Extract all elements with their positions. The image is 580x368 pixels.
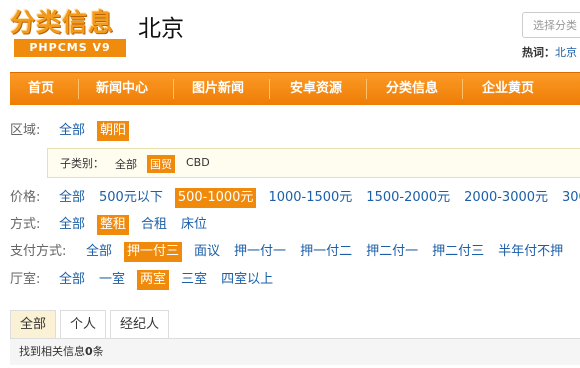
nav-item-news[interactable]: 新闻中心 [96, 73, 148, 105]
site-header: 分类信息 PHPCMS V9 北京 选择分类 热词：北京 [0, 0, 580, 72]
nav-item-yellow-pages[interactable]: 企业黄页 [482, 73, 534, 105]
logo-subtitle: PHPCMS V9 [14, 39, 126, 57]
logo-title: 分类信息 [10, 8, 115, 37]
site-logo[interactable]: 分类信息 PHPCMS V9 [10, 8, 126, 58]
nav-divider [462, 79, 463, 99]
result-count: 0 [85, 345, 93, 358]
nav-divider [269, 79, 270, 99]
search-input[interactable]: 选择分类 [522, 12, 580, 38]
rooms-option[interactable]: 一室 [97, 270, 127, 290]
area-option-all[interactable]: 全部 [57, 121, 87, 141]
price-option[interactable]: 1500-2000元 [364, 188, 452, 208]
filter-price: 价格: 全部 500元以下 500-1000元 1000-1500元 1500-2000元… [10, 188, 580, 208]
hot-word-link[interactable]: 北京 [555, 46, 577, 59]
payment-option[interactable]: 半年付不押 [496, 242, 565, 262]
nav-item-android[interactable]: 安卓资源 [290, 73, 342, 105]
payment-option[interactable]: 押一付二 [298, 242, 354, 262]
nav-divider [173, 79, 174, 99]
method-option-selected[interactable]: 整租 [97, 215, 130, 235]
subcategory-option-cbd[interactable]: CBD [183, 155, 213, 170]
nav-item-photo-news[interactable]: 图片新闻 [192, 73, 244, 105]
listing-tabs: 全部 个人 经纪人 [10, 310, 580, 339]
result-suffix: 条 [92, 345, 104, 358]
hot-label: 热词： [522, 46, 555, 59]
price-option-all[interactable]: 全部 [57, 188, 87, 208]
result-prefix: 找到相关信息 [19, 345, 85, 358]
method-option[interactable]: 床位 [179, 215, 209, 235]
area-option-chaoyang[interactable]: 朝阳 [97, 121, 130, 141]
price-option[interactable]: 2000-3000元 [462, 188, 550, 208]
filter-label: 厅室: [10, 272, 41, 287]
city-name: 北京 [138, 16, 184, 42]
price-option[interactable]: 500元以下 [97, 188, 165, 208]
filter-payment: 支付方式: 全部 押一付三 面议 押一付一 押一付二 押二付一 押二付三 半年付不押 [10, 242, 575, 262]
payment-option[interactable]: 押二付三 [430, 242, 486, 262]
filter-label: 区域: [10, 123, 41, 138]
subcategory-box: 子类别： 全部 国贸 CBD [47, 148, 580, 178]
nav-item-home[interactable]: 首页 [28, 73, 54, 105]
price-option[interactable]: 1000-1500元 [266, 188, 354, 208]
tab-all[interactable]: 全部 [10, 310, 57, 338]
main-nav: 首页 新闻中心 图片新闻 安卓资源 分类信息 企业黄页 [10, 72, 580, 105]
rooms-option-selected[interactable]: 两室 [137, 270, 170, 290]
nav-divider [78, 79, 79, 99]
price-option-selected[interactable]: 500-1000元 [174, 188, 257, 208]
payment-option-all[interactable]: 全部 [84, 242, 114, 262]
subcategory-option-all[interactable]: 全部 [112, 155, 140, 173]
payment-option-selected[interactable]: 押一付三 [124, 242, 183, 262]
method-option[interactable]: 合租 [139, 215, 169, 235]
nav-item-classifieds[interactable]: 分类信息 [386, 73, 438, 105]
rooms-option[interactable]: 三室 [179, 270, 209, 290]
nav-divider [366, 79, 367, 99]
filter-area: 区域: 全部 朝阳 [10, 121, 139, 141]
subcategory-label: 子类别： [60, 157, 104, 170]
rooms-option-all[interactable]: 全部 [57, 270, 87, 290]
result-summary: 找到相关信息0条 [10, 339, 580, 365]
price-option[interactable]: 3000- [560, 188, 580, 208]
filter-method: 方式: 全部 整租 合租 床位 [10, 215, 219, 235]
subcategory-option-guomao[interactable]: 国贸 [147, 155, 175, 173]
filter-rooms: 厅室: 全部 一室 两室 三室 四室以上 [10, 270, 285, 290]
tab-personal[interactable]: 个人 [60, 310, 107, 338]
filter-label: 支付方式: [10, 244, 67, 259]
filter-label: 价格: [10, 190, 41, 205]
filter-label: 方式: [10, 217, 41, 232]
rooms-option[interactable]: 四室以上 [219, 270, 275, 290]
tab-agent[interactable]: 经纪人 [110, 310, 170, 338]
payment-option[interactable]: 面议 [192, 242, 222, 262]
hot-words: 热词：北京 [522, 44, 577, 60]
payment-option[interactable]: 押一付一 [232, 242, 288, 262]
payment-option[interactable]: 押二付一 [364, 242, 420, 262]
method-option-all[interactable]: 全部 [57, 215, 87, 235]
